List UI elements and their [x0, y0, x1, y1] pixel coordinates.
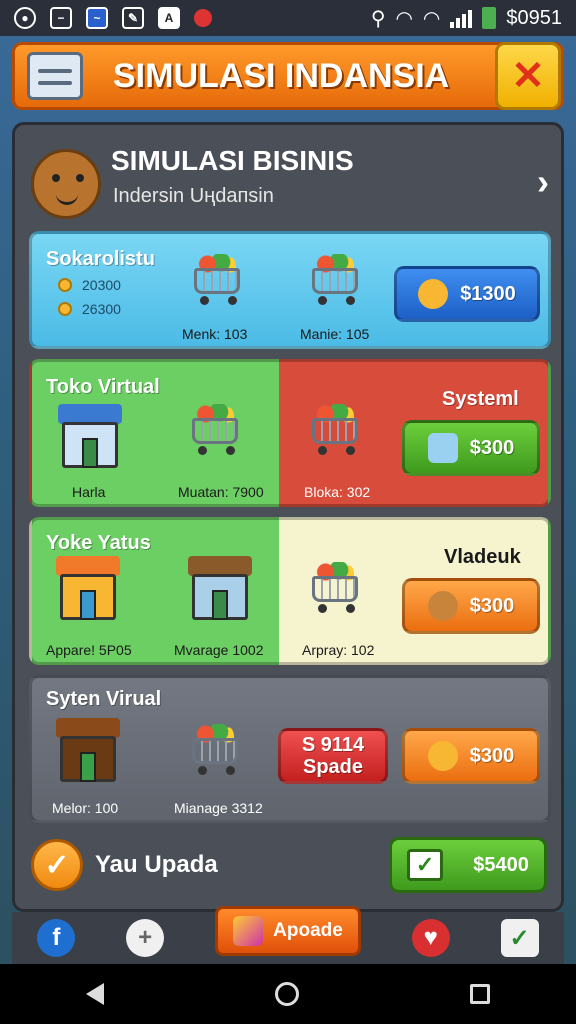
update-label: Yau Upada	[95, 851, 218, 878]
notes-icon	[27, 52, 83, 100]
checkmark-icon[interactable]: ✓	[31, 839, 83, 891]
system-nav-bar	[0, 964, 576, 1024]
item-label: Melor: 100	[52, 800, 119, 816]
item-label: Menk: 103	[182, 326, 248, 342]
plus-glyph: +	[138, 924, 153, 951]
update-buy-button[interactable]: ✓ $5400	[389, 837, 547, 893]
key-icon	[427, 741, 458, 771]
item-label: Arpray: 102	[302, 642, 375, 658]
shopping-cart-icon	[188, 252, 244, 306]
check-glyph: ✓	[415, 852, 435, 877]
card-value-1: 20300	[82, 277, 121, 293]
tab-upgrade[interactable]: Apoade	[214, 906, 361, 956]
buy-button[interactable]: $300	[402, 420, 540, 476]
usb-icon: ⚲	[370, 7, 386, 30]
dog-icon	[427, 591, 458, 621]
facebook-glyph: f	[52, 924, 61, 951]
add-icon[interactable]: +	[126, 919, 165, 957]
business-title: SIMULASI BISINIS	[111, 145, 354, 176]
item-label: Mianage 3312	[174, 800, 263, 816]
red-button-line-2: Spade	[302, 756, 364, 778]
status-bar: ● − ~ ✎ A ⚲ ◠ ◠ $0951	[0, 0, 576, 36]
checkbox-icon: ✓	[407, 849, 444, 881]
card-title-left: Toko Virtual	[46, 376, 160, 398]
card-title-right: Vladeuk	[444, 546, 521, 568]
minus-box-icon: −	[50, 7, 72, 29]
red-button-line-1: S 9114	[301, 734, 365, 756]
letter-a-icon: A	[158, 7, 180, 29]
business-panel: SIMULASI BISINIS Indersin Uңdaпsin › Sok…	[12, 122, 564, 912]
close-button[interactable]: ✕	[495, 42, 561, 110]
page-title: SIMULASI INDANSIA	[113, 56, 450, 95]
record-icon: ●	[14, 7, 36, 29]
chart-app-icon: ~	[86, 7, 108, 29]
home-icon[interactable]	[274, 982, 299, 1006]
business-card-2[interactable]: Toko Virtual Systeml Harla Muatan: 7900 …	[29, 359, 551, 507]
battery-icon	[482, 7, 497, 29]
app-icon	[233, 916, 264, 946]
coin-icon	[58, 302, 72, 316]
close-icon: ✕	[511, 54, 545, 98]
shopping-cart-icon	[306, 252, 362, 306]
shopping-cart-icon	[186, 402, 242, 456]
wifi-icon: ◠	[395, 7, 413, 30]
price-label: $300	[469, 436, 515, 459]
card-title: Sokarolistu	[46, 248, 155, 270]
notification-dot-icon	[194, 9, 212, 27]
heart-glyph: ♥	[423, 924, 438, 951]
business-header[interactable]: SIMULASI BISINIS Indersin Uңdaпsin ›	[27, 139, 555, 219]
facebook-icon[interactable]: f	[37, 919, 76, 957]
gem-icon	[427, 433, 458, 463]
wifi-icon-2: ◠	[422, 7, 441, 30]
price-label: $300	[469, 594, 515, 617]
store-icon	[58, 404, 122, 470]
coin-icon	[58, 278, 72, 292]
buy-button[interactable]: $300	[402, 728, 540, 784]
buy-button[interactable]: $300	[402, 578, 540, 634]
mascot-icon	[31, 149, 101, 219]
price-label: $300	[469, 744, 515, 767]
edit-icon: ✎	[122, 7, 144, 29]
card-value-2: 26300	[82, 301, 121, 317]
shopping-cart-icon	[306, 402, 362, 456]
price-label: $1300	[460, 282, 516, 305]
item-label: Manie: 105	[300, 326, 370, 342]
key-icon	[418, 279, 449, 309]
business-subtitle: Indersin Uңdaпsin	[113, 185, 274, 207]
shopping-cart-icon	[186, 722, 242, 776]
card-title-left: Yoke Yatus	[46, 532, 151, 554]
item-label: Harla	[72, 484, 106, 500]
card-title-right: Systeml	[442, 388, 519, 410]
heart-icon[interactable]: ♥	[411, 919, 450, 957]
business-card-1[interactable]: Sokarolistu 20300 26300 Menk: 103 Manie:…	[29, 231, 551, 349]
market-stall-icon	[56, 718, 120, 784]
business-card-3[interactable]: Yoke Yatus Vladeuk Appare! 5P05 Mvarage …	[29, 517, 551, 665]
upgrade-red-button[interactable]: S 9114 Spade	[278, 728, 388, 784]
signal-icon	[450, 8, 473, 28]
recent-apps-icon[interactable]	[470, 984, 491, 1004]
card-title: Syten Virual	[46, 688, 162, 710]
bottom-tab-bar: f + Apoade ♥ ✓	[12, 906, 564, 964]
business-card-4[interactable]: Syten Virual Melor: 100 Mianage 3312 S 9…	[29, 675, 551, 823]
item-label: Mvarage 1002	[174, 642, 264, 658]
store-icon	[188, 556, 252, 622]
check-glyph: ✓	[44, 848, 70, 882]
store-icon	[56, 556, 120, 622]
status-text: $0951	[506, 6, 562, 29]
app-header: SIMULASI INDANSIA ✕	[12, 42, 564, 110]
back-icon[interactable]	[85, 983, 104, 1005]
shopping-bag-icon[interactable]: ✓	[500, 919, 539, 957]
item-label: Appare! 5P05	[46, 642, 132, 658]
buy-button[interactable]: $1300	[394, 266, 540, 322]
bag-glyph: ✓	[509, 924, 530, 952]
update-price: $5400	[473, 853, 529, 876]
chevron-right-icon[interactable]: ›	[537, 161, 549, 203]
shopping-cart-icon	[306, 560, 362, 614]
item-label: Bloka: 302	[304, 484, 371, 500]
tab-upgrade-label: Apoade	[273, 920, 343, 941]
item-label: Muatan: 7900	[178, 484, 264, 500]
